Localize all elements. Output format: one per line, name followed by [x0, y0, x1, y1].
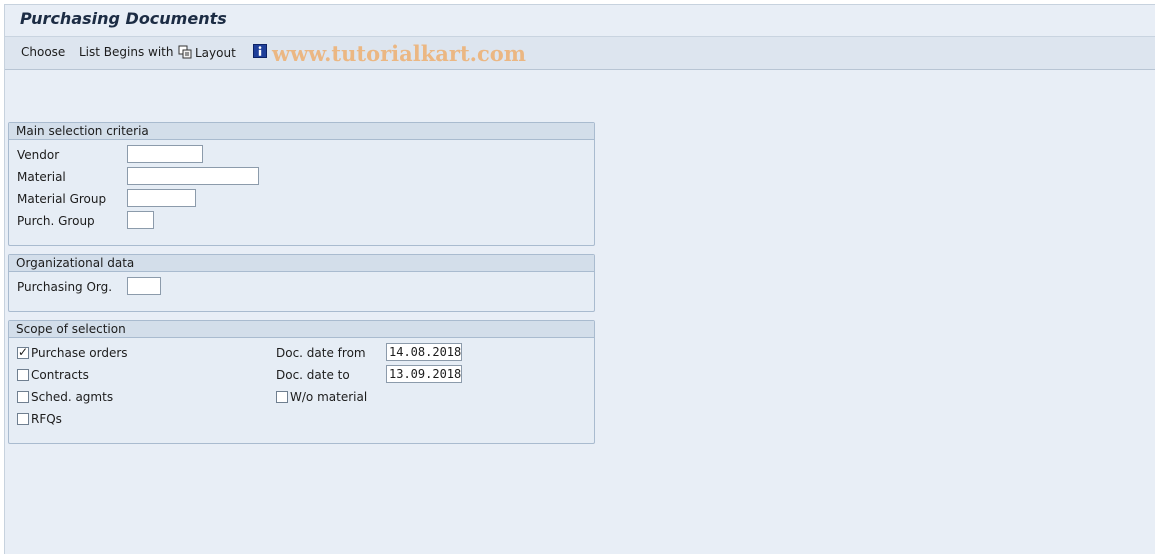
- purch-group-field[interactable]: [127, 211, 154, 229]
- organizational-data-group: Organizational data Purchasing Org.: [8, 254, 595, 312]
- purchasing-org-field[interactable]: [127, 277, 161, 295]
- layout-icon: [178, 45, 192, 62]
- wo-material-checkbox[interactable]: [276, 391, 288, 403]
- purch-group-label: Purch. Group: [17, 214, 95, 228]
- material-group-label: Material Group: [17, 192, 107, 206]
- list-begins-with-button[interactable]: List Begins with: [79, 45, 174, 59]
- main-selection-group: Main selection criteria Vendor Material …: [8, 122, 595, 246]
- wo-material-label: W/o material: [290, 390, 368, 404]
- application-toolbar: Choose List Begins with Layout www.tutor…: [5, 36, 1155, 70]
- sched-agmts-checkbox[interactable]: [17, 391, 29, 403]
- sap-window: Purchasing Documents Choose List Begins …: [4, 4, 1155, 554]
- doc-date-to-field[interactable]: 13.09.2018: [386, 365, 462, 383]
- doc-date-from-label: Doc. date from: [276, 346, 366, 360]
- rfqs-label: RFQs: [31, 412, 62, 426]
- layout-button[interactable]: Layout: [178, 45, 236, 62]
- page-title: Purchasing Documents: [20, 9, 227, 28]
- main-selection-header: Main selection criteria: [9, 123, 594, 140]
- material-label: Material: [17, 170, 66, 184]
- title-bar: Purchasing Documents: [5, 5, 1155, 35]
- material-field[interactable]: [127, 167, 259, 185]
- scope-of-selection-header: Scope of selection: [9, 321, 594, 338]
- watermark-text: www.tutorialkart.com: [272, 41, 526, 66]
- material-group-field[interactable]: [127, 189, 196, 207]
- doc-date-to-label: Doc. date to: [276, 368, 350, 382]
- contracts-label: Contracts: [31, 368, 89, 382]
- vendor-label: Vendor: [17, 148, 60, 162]
- organizational-data-header: Organizational data: [9, 255, 594, 272]
- purchase-orders-label: Purchase orders: [31, 346, 128, 360]
- info-icon: [253, 44, 267, 61]
- info-button[interactable]: [253, 44, 267, 61]
- vendor-field[interactable]: [127, 145, 203, 163]
- purchase-orders-checkbox[interactable]: ✓: [17, 345, 29, 359]
- sched-agmts-label: Sched. agmts: [31, 390, 114, 404]
- layout-label: Layout: [195, 46, 236, 60]
- rfqs-checkbox[interactable]: [17, 413, 29, 425]
- checkmark-icon: ✓: [18, 345, 29, 359]
- purchasing-org-label: Purchasing Org.: [17, 280, 113, 294]
- scope-of-selection-group: Scope of selection ✓ Purchase orders Con…: [8, 320, 595, 444]
- contracts-checkbox[interactable]: [17, 369, 29, 381]
- doc-date-from-field[interactable]: 14.08.2018: [386, 343, 462, 361]
- choose-button[interactable]: Choose: [21, 45, 65, 59]
